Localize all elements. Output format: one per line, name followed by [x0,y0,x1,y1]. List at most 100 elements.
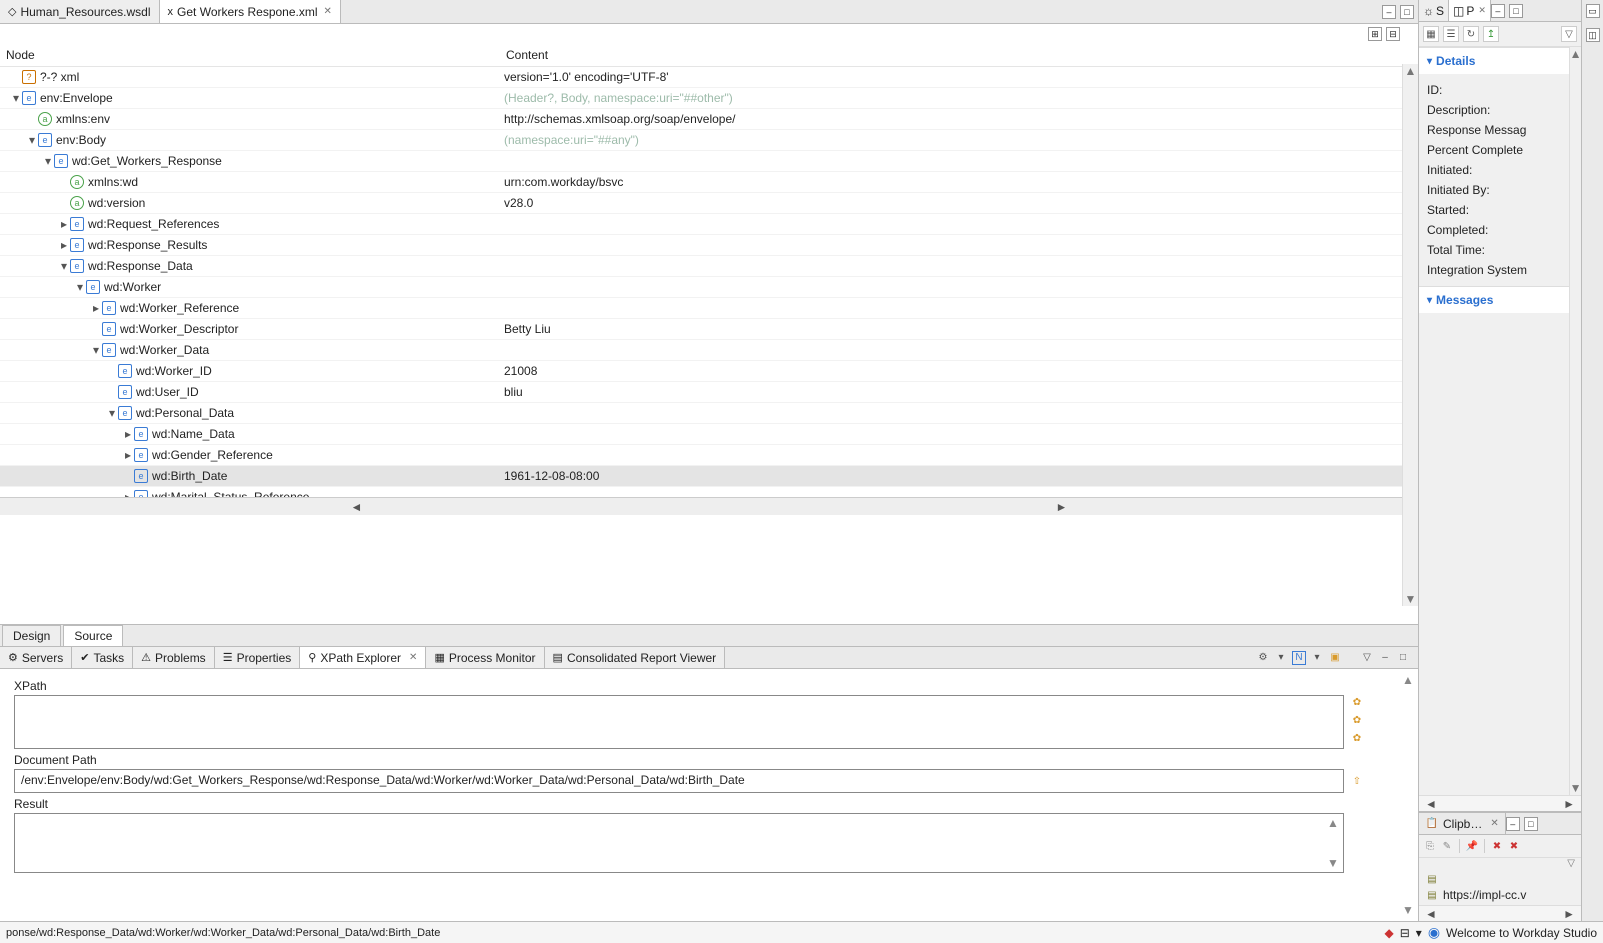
tree-row[interactable]: ??-? xmlversion='1.0' encoding='UTF-8' [0,67,1418,88]
tree-row[interactable]: ▾ewd:Get_Workers_Response [0,151,1418,172]
result-scroll-down-icon[interactable]: ▼ [1327,856,1341,870]
refresh-icon[interactable]: ↻ [1463,26,1479,42]
messages-section-header[interactable]: Messages [1419,286,1581,313]
paste-icon[interactable]: ✎ [1440,839,1454,853]
details-section-header[interactable]: Details [1419,47,1581,74]
scroll-down-icon[interactable]: ▼ [1403,592,1418,606]
props-vertical-scrollbar[interactable]: ▲▼ [1569,47,1581,795]
close-icon[interactable]: ✕ [409,652,417,663]
error-indicator-icon[interactable]: ◆ [1384,926,1393,940]
tree-row[interactable]: ▸ewd:Marital_Status_Reference [0,487,1418,497]
tree-toggle-icon[interactable]: ▸ [58,238,70,252]
clip-menu-icon[interactable]: ▽ [1419,858,1581,869]
tree-row[interactable]: ▸ewd:Name_Data [0,424,1418,445]
tree-row[interactable]: ▸ewd:Gender_Reference [0,445,1418,466]
tree-toggle-icon[interactable]: ▾ [106,406,118,420]
tree-toggle-icon[interactable]: ▸ [90,301,102,315]
menu-indicator-icon[interactable]: ▾ [1416,926,1422,940]
result-scroll-up-icon[interactable]: ▲ [1327,816,1341,830]
messages-dropdown[interactable]: ▾ [1419,313,1581,333]
tree-row[interactable]: ▾eenv:Body(namespace:uri="##any") [0,130,1418,151]
clip-horizontal-scrollbar[interactable]: ◄► [1419,905,1581,921]
up-icon[interactable]: ↥ [1483,26,1499,42]
editor-mode-tab[interactable]: Design [2,625,61,646]
tree-toggle-icon[interactable]: ▾ [74,280,86,294]
view-menu-icon[interactable]: ▽ [1360,651,1374,665]
maximize-button[interactable]: □ [1509,4,1523,18]
node-icon[interactable]: N [1292,651,1306,665]
close-icon[interactable]: ✕ [1478,5,1486,16]
xpath-action-1-icon[interactable]: ✿ [1350,695,1364,709]
editor-tab[interactable]: ◇Human_Resources.wsdl [0,0,160,23]
xpath-input[interactable] [14,695,1344,749]
header-node[interactable]: Node [0,44,500,66]
close-icon[interactable]: ✕ [1490,818,1498,829]
up-arrow-icon[interactable]: ⇧ [1350,774,1364,788]
docpath-input[interactable]: /env:Envelope/env:Body/wd:Get_Workers_Re… [14,769,1344,793]
maximize-button[interactable]: □ [1524,817,1538,831]
horizontal-scrollbar[interactable]: ◄ ► [0,497,1418,515]
minimize-button[interactable]: – [1382,5,1396,19]
view-tab[interactable]: ⚲XPath Explorer✕ [300,647,426,668]
tree-row[interactable]: ▾ewd:Personal_Data [0,403,1418,424]
tree-toggle-icon[interactable]: ▾ [26,133,38,147]
tree-toggle-icon[interactable]: ▾ [58,259,70,273]
right-panel-tab[interactable]: ◫P✕ [1449,0,1491,21]
panel-vertical-scrollbar[interactable]: ▲ ▼ [1402,673,1416,917]
view-menu-icon[interactable]: ▽ [1561,26,1577,42]
scroll-down-icon[interactable]: ▼ [1402,903,1416,917]
vertical-scrollbar[interactable]: ▲ ▼ [1402,64,1418,606]
tree-row[interactable]: axmlns:envhttp://schemas.xmlsoap.org/soa… [0,109,1418,130]
view-tab[interactable]: ▤Consolidated Report Viewer [545,647,726,668]
tree-row[interactable]: ▸ewd:Response_Results [0,235,1418,256]
view-tab[interactable]: ⚠Problems [133,647,215,668]
maximize-button[interactable]: □ [1400,5,1414,19]
view-tab[interactable]: ☰Properties [215,647,301,668]
xpath-action-3-icon[interactable]: ✿ [1350,731,1364,745]
scroll-up-icon[interactable]: ▲ [1402,673,1416,687]
list-icon[interactable]: ☰ [1443,26,1459,42]
gear-icon[interactable]: ⚙ [1256,651,1270,665]
expand-all-icon[interactable]: ⊞ [1368,27,1382,41]
clipboard-item[interactable]: ▤https://impl-cc.v [1423,887,1577,903]
tree-toggle-icon[interactable]: ▾ [10,91,22,105]
close-icon[interactable]: ✕ [324,6,332,17]
view-tab[interactable]: ⚙Servers [0,647,72,668]
view-tab[interactable]: ✔Tasks [72,647,133,668]
tree-toggle-icon[interactable]: ▸ [122,448,134,462]
tree-toggle-icon[interactable]: ▾ [90,343,102,357]
view-tab[interactable]: ▦Process Monitor [426,647,544,668]
delete-icon[interactable]: ✖ [1490,839,1504,853]
delete-all-icon[interactable]: ✖ [1507,839,1521,853]
dropdown-icon[interactable]: ▾ [1310,651,1324,665]
tree-toggle-icon[interactable]: ▸ [122,490,134,497]
copy-icon[interactable]: ⎘ [1423,839,1437,853]
tree-row[interactable]: ▾eenv:Envelope(Header?, Body, namespace:… [0,88,1418,109]
tree-toggle-icon[interactable]: ▸ [58,217,70,231]
tree-row[interactable]: awd:versionv28.0 [0,193,1418,214]
restore-icon[interactable]: ▭ [1586,4,1600,18]
tree-row[interactable]: ▾ewd:Worker_Data [0,340,1418,361]
header-content[interactable]: Content [500,44,1418,66]
maximize-icon[interactable]: □ [1396,651,1410,665]
minimize-button[interactable]: – [1506,817,1520,831]
dropdown-icon[interactable]: ▾ [1274,651,1288,665]
minimize-button[interactable]: – [1491,4,1505,18]
collapse-all-icon[interactable]: ⊟ [1386,27,1400,41]
right-panel-tab[interactable]: ☼S [1419,0,1449,21]
scroll-up-icon[interactable]: ▲ [1403,64,1418,78]
clipboard-item[interactable]: ▤ [1423,871,1577,887]
clipboard-tab[interactable]: 📋Clipb…✕ [1419,813,1506,834]
tree-row[interactable]: ▸ewd:Request_References [0,214,1418,235]
tree-row[interactable]: ewd:Birth_Date1961-12-08-08:00 [0,466,1418,487]
result-box[interactable]: ▲ ▼ [14,813,1344,873]
tree-row[interactable]: ▸ewd:Worker_Reference [0,298,1418,319]
scroll-left-icon[interactable]: ◄ [4,500,709,514]
tree-toggle-icon[interactable]: ▾ [42,154,54,168]
tree-row[interactable]: ▾ewd:Response_Data [0,256,1418,277]
grid-icon[interactable]: ▦ [1423,26,1439,42]
editor-mode-tab[interactable]: Source [63,625,123,646]
xpath-action-2-icon[interactable]: ✿ [1350,713,1364,727]
tree-row[interactable]: ewd:Worker_ID21008 [0,361,1418,382]
tree-row[interactable]: ewd:Worker_DescriptorBetty Liu [0,319,1418,340]
